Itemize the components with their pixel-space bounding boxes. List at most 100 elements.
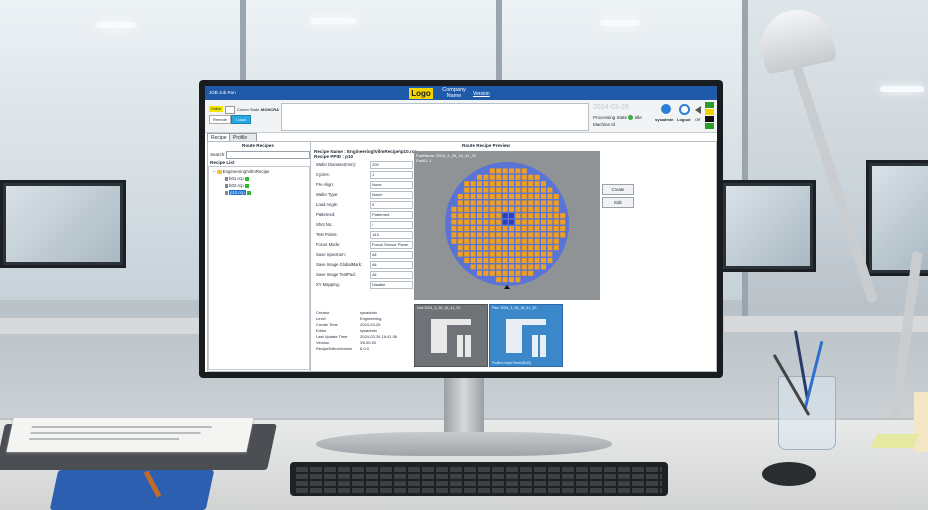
file-icon [225, 176, 228, 181]
die [483, 226, 489, 231]
tree-item[interactable]: b02.rcp [225, 183, 249, 188]
die [528, 206, 534, 212]
user-label: sysadmin [655, 117, 674, 122]
logout-icon[interactable] [679, 104, 690, 115]
die [483, 245, 489, 251]
die [496, 270, 502, 276]
die [528, 238, 534, 244]
die [489, 187, 495, 193]
die [515, 200, 521, 206]
pattern-thumbnail[interactable]: Unk 2024_3_26_18_41_20 [414, 304, 488, 367]
die [477, 232, 482, 238]
die [515, 219, 521, 225]
die [515, 226, 521, 231]
param-value: None [370, 181, 413, 189]
die [496, 187, 502, 193]
message-box [281, 103, 589, 131]
notebook [49, 470, 215, 510]
die [528, 213, 534, 219]
die [509, 219, 514, 225]
param-value: Focus Sensor Plane [370, 241, 413, 249]
die [483, 206, 489, 212]
param-value: 0 [370, 201, 413, 209]
edit-button[interactable]: Edit [602, 197, 634, 208]
die [496, 264, 502, 270]
keyboard [290, 462, 668, 496]
remote-button[interactable]: Remote [209, 115, 231, 124]
die [464, 245, 470, 251]
param-row: Cycles: 1 [314, 171, 413, 179]
die [521, 200, 527, 206]
die [502, 245, 508, 251]
die [483, 181, 489, 187]
die [464, 258, 470, 263]
recipe-ppid: Recipe PPID : p10 [314, 154, 354, 159]
die [483, 258, 489, 263]
version-link[interactable]: Version [473, 91, 490, 97]
local-button[interactable]: Local [231, 115, 251, 124]
die [528, 232, 534, 238]
die [541, 213, 546, 219]
die [509, 277, 514, 283]
die [528, 264, 534, 270]
main-panel: Route Recipes Search: Recipe List – Engi… [207, 141, 717, 372]
die [464, 219, 470, 225]
die [451, 238, 457, 244]
status-icon [244, 176, 249, 181]
die [509, 258, 514, 263]
die [547, 213, 553, 219]
die [489, 219, 495, 225]
die [477, 264, 482, 270]
param-row: Save Image TestPad: All [314, 271, 413, 279]
file-icon [225, 183, 228, 188]
tree-root[interactable]: – Engineering\VilmRecipe [213, 169, 269, 174]
create-button[interactable]: Create [602, 184, 634, 195]
control-toggle[interactable] [225, 106, 235, 114]
param-row: Focus Mode: Focus Sensor Plane [314, 241, 413, 249]
die [457, 194, 463, 199]
search-input[interactable] [226, 151, 310, 159]
die [470, 181, 476, 187]
die [560, 219, 566, 225]
tree-item-selected[interactable]: p10.rcp [225, 190, 251, 195]
die [464, 226, 470, 231]
die [509, 232, 514, 238]
die [509, 206, 514, 212]
param-value: 200 [370, 161, 413, 169]
background-monitor [720, 180, 816, 272]
die [489, 264, 495, 270]
param-value: Disable [370, 281, 413, 289]
die [483, 232, 489, 238]
die [515, 270, 521, 276]
die [521, 245, 527, 251]
ceiling-light [310, 18, 356, 24]
die [483, 200, 489, 206]
die [477, 226, 482, 231]
die [477, 270, 482, 276]
param-value: Notch [370, 191, 413, 199]
pattern-thumbnail-selected[interactable]: Pad: 2024_3_26_18_41_20 Profiles recipe/… [489, 304, 563, 367]
die [457, 213, 463, 219]
die [496, 213, 502, 219]
die [528, 181, 534, 187]
die [521, 174, 527, 180]
window-mullion [742, 0, 748, 330]
die [547, 245, 553, 251]
die [489, 213, 495, 219]
die [477, 174, 482, 180]
die [521, 187, 527, 193]
info-row: RecipeEditorVersion 6.0.0 [316, 346, 369, 351]
param-row: Pre Align: None [314, 181, 413, 189]
sound-icon[interactable] [695, 106, 701, 114]
die [521, 181, 527, 187]
die [547, 187, 553, 193]
user-icon[interactable] [661, 104, 671, 114]
die [483, 187, 489, 193]
die [496, 194, 502, 199]
tree-item[interactable]: b01.rcp [225, 176, 249, 181]
die [553, 200, 559, 206]
die [509, 168, 514, 174]
die [534, 245, 540, 251]
monitor-stand-base [316, 432, 612, 456]
die [541, 251, 546, 257]
